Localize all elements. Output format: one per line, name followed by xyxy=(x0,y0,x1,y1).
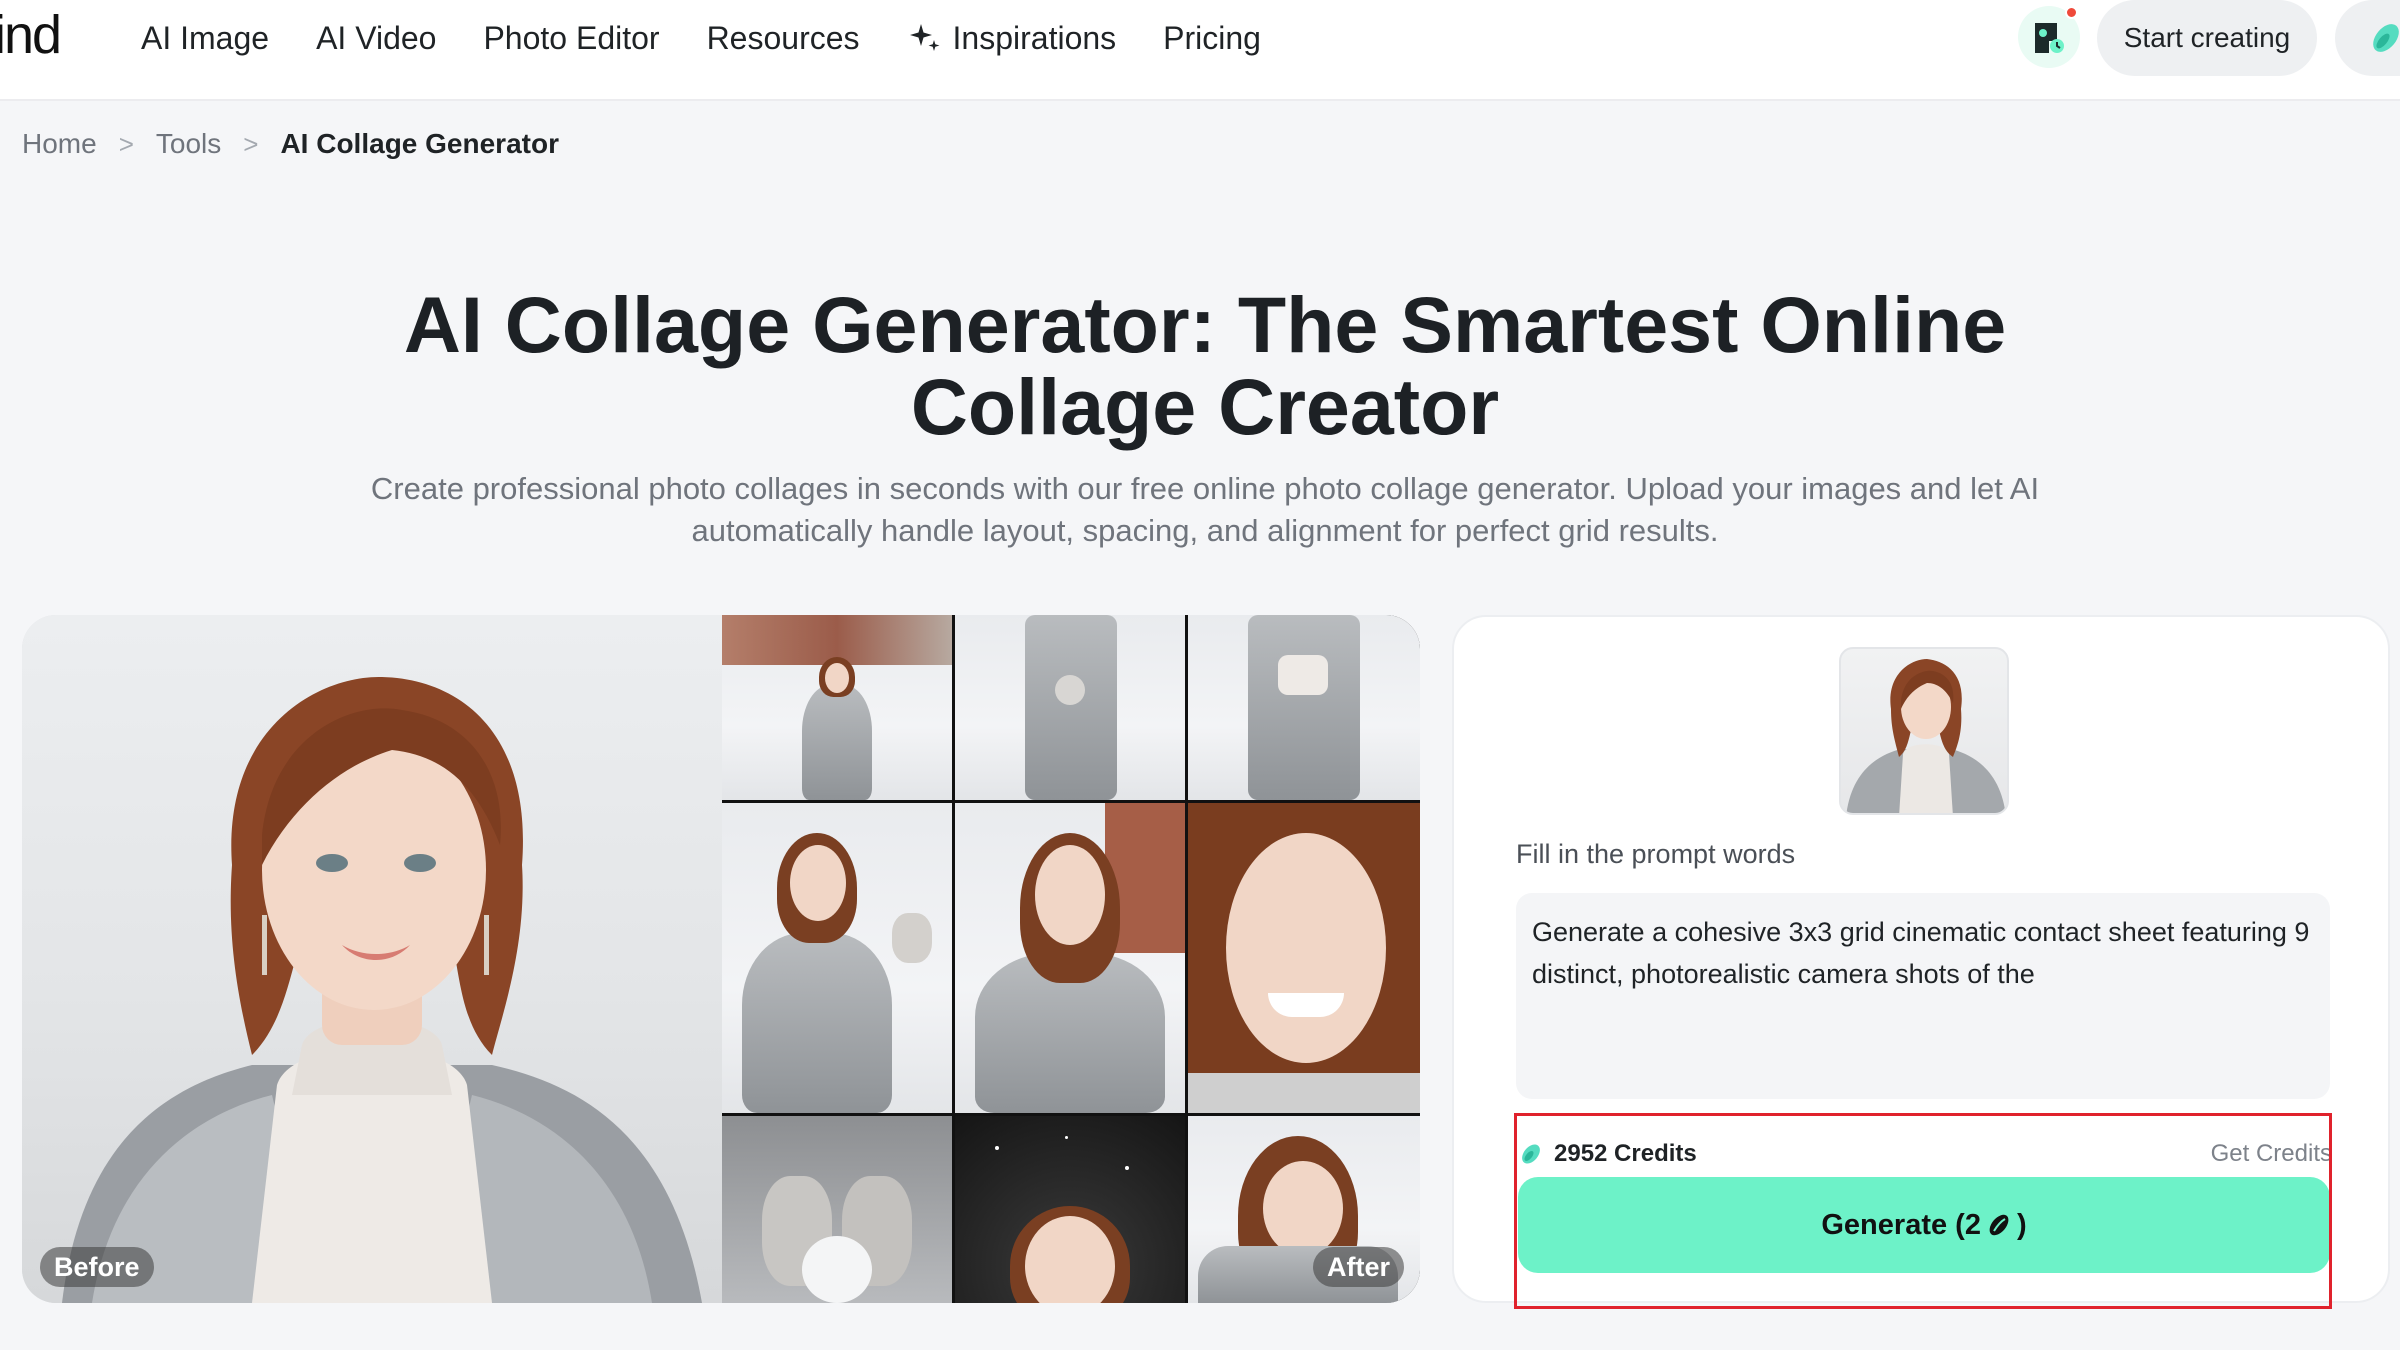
collage-cell xyxy=(955,803,1185,1113)
top-navigation-bar: ind AI Image AI Video Photo Editor Resou… xyxy=(0,0,2400,101)
credits-shortcut-button[interactable] xyxy=(2335,0,2400,76)
avatar-icon xyxy=(2035,23,2064,53)
collage-cell xyxy=(722,1116,952,1303)
user-avatar-button[interactable] xyxy=(2018,6,2080,68)
before-image: Before xyxy=(22,615,722,1303)
chevron-right-icon: > xyxy=(243,128,259,159)
after-collage-grid: After xyxy=(722,615,1420,1303)
page-subtitle: Create professional photo collages in se… xyxy=(300,468,2110,552)
generator-card: Fill in the prompt words 2952 Credits Ge… xyxy=(1452,615,2390,1303)
uploaded-image-thumbnail[interactable] xyxy=(1839,647,2009,815)
nav-label: Inspirations xyxy=(952,19,1117,56)
credit-bean-icon xyxy=(2373,24,2399,52)
credit-bean-icon xyxy=(1522,1144,1540,1164)
start-creating-button[interactable]: Start creating xyxy=(2097,0,2317,76)
credit-bean-icon xyxy=(1989,1214,2009,1236)
credits-text: 2952 Credits xyxy=(1554,1140,1697,1167)
main-nav: AI Image AI Video Photo Editor Resources… xyxy=(141,18,1261,58)
nav-label: AI Image xyxy=(141,19,270,56)
portrait-illustration xyxy=(62,676,702,1303)
nav-photo-editor[interactable]: Photo Editor xyxy=(483,20,659,57)
before-label: Before xyxy=(40,1247,154,1287)
breadcrumb-home[interactable]: Home xyxy=(22,128,97,160)
prompt-textarea[interactable] xyxy=(1516,893,2330,1099)
title-line-2: Collage Creator xyxy=(910,362,1500,451)
collage-cell xyxy=(1188,803,1420,1113)
credits-balance: 2952 Credits xyxy=(1518,1140,1697,1168)
collage-cell xyxy=(722,803,952,1113)
breadcrumb-current: AI Collage Generator xyxy=(280,128,559,159)
chevron-right-icon: > xyxy=(118,128,134,159)
nav-ai-video[interactable]: AI Video xyxy=(316,20,436,57)
subtitle-line-1: Create professional photo collages in se… xyxy=(370,471,2040,506)
breadcrumb-tools[interactable]: Tools xyxy=(156,128,221,160)
notification-dot xyxy=(2065,6,2078,19)
prompt-label: Fill in the prompt words xyxy=(1516,839,1796,869)
nav-label: Resources xyxy=(706,19,860,56)
collage-cell xyxy=(1188,615,1420,800)
generate-suffix: ) xyxy=(2016,1208,2027,1241)
thumbnail-portrait xyxy=(1846,659,2006,813)
page-title: AI Collage Generator: The Smartest Onlin… xyxy=(300,284,2110,448)
brand-logo[interactable]: ind xyxy=(0,4,62,66)
nav-resources[interactable]: Resources xyxy=(707,20,860,57)
after-label: After xyxy=(1312,1247,1404,1287)
subtitle-line-2: automatically handle layout, spacing, an… xyxy=(691,513,1719,548)
title-line-1: AI Collage Generator: The Smartest Onlin… xyxy=(403,280,2007,369)
collage-cell xyxy=(955,1116,1185,1303)
get-credits-link[interactable]: Get Credits xyxy=(2211,1140,2332,1168)
nav-ai-image[interactable]: AI Image xyxy=(141,20,269,57)
nav-label: Pricing xyxy=(1163,19,1261,56)
sparkle-icon xyxy=(909,24,940,51)
nav-pricing[interactable]: Pricing xyxy=(1163,20,1261,57)
collage-cell xyxy=(955,615,1185,800)
breadcrumb: Home > Tools > AI Collage Generator xyxy=(22,124,559,164)
nav-label: Photo Editor xyxy=(483,19,660,56)
credits-row: 2952 Credits Get Credits xyxy=(1518,1134,2332,1174)
before-after-comparison[interactable]: Before After xyxy=(22,615,1420,1303)
collage-cell xyxy=(722,615,952,800)
nav-label: AI Video xyxy=(316,19,437,56)
nav-inspirations[interactable]: Inspirations xyxy=(907,19,1117,57)
generate-label: Generate (2 xyxy=(1821,1208,1981,1241)
generate-button[interactable]: Generate (2 ) xyxy=(1518,1177,2330,1273)
